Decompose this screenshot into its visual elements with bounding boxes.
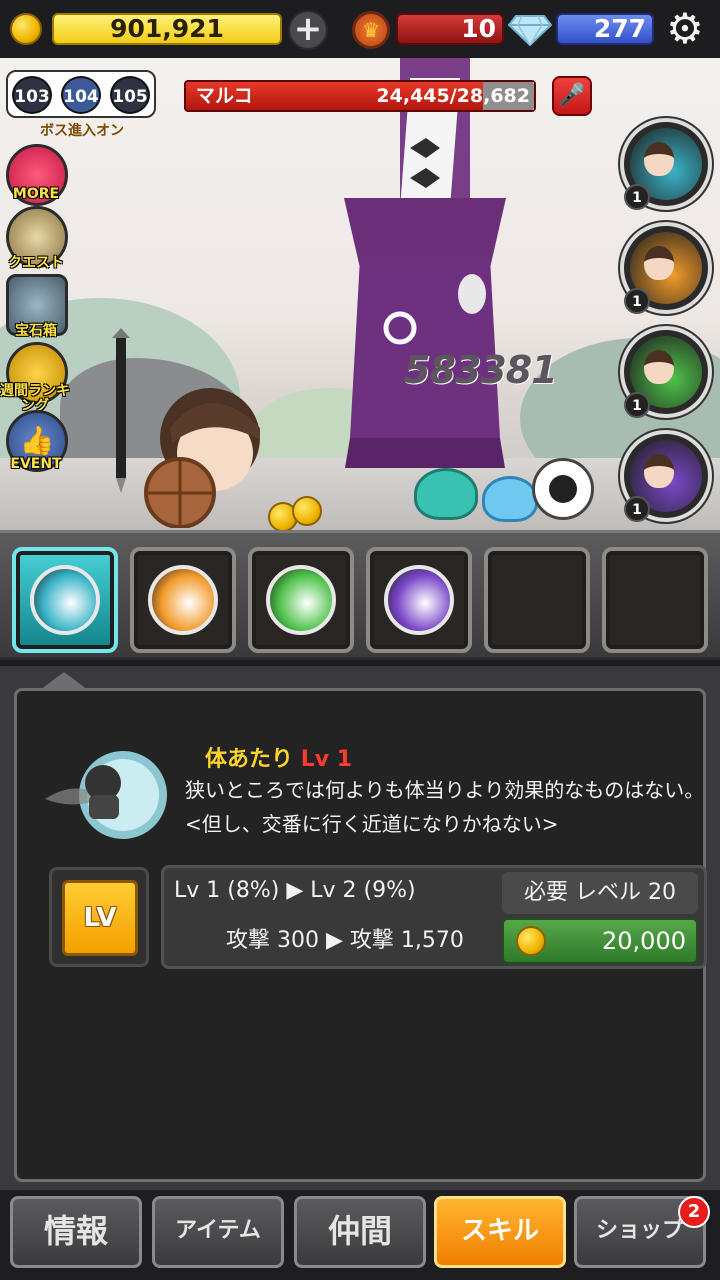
event-label[interactable]: EVENT xyxy=(0,456,72,472)
eyeball-monster xyxy=(532,458,594,520)
upgrade-info: Lv 1 (8%) ▶ Lv 2 (9%) 攻撃 300 ▶ 攻撃 1,570 … xyxy=(161,865,707,969)
boss-monster xyxy=(344,58,506,468)
hero-slot[interactable]: 1 xyxy=(620,326,712,418)
level-change: Lv 1 (8%) ▶ Lv 2 (9%) xyxy=(174,878,416,903)
gem-box-label[interactable]: 宝石箱 xyxy=(0,320,72,340)
boss-hp-text: 24,445/28,682 xyxy=(376,85,530,107)
crown-icon: ♛ xyxy=(352,11,390,49)
upgrade-cost-button[interactable]: 20,000 xyxy=(502,918,698,964)
companion-monster xyxy=(482,476,538,522)
skill-slot[interactable] xyxy=(130,547,236,653)
game-screen: 901,921 + ♛ 10 277 ⚙ 583381 103 104 105 … xyxy=(0,0,720,1280)
dropped-coin-icon[interactable] xyxy=(292,496,322,526)
gold-amount: 901,921 xyxy=(52,13,282,45)
tab-items[interactable]: アイテム xyxy=(152,1196,284,1268)
skill-description: 狭いところでは何よりも体当りより効果的なものはない。<但し、交番に行く近道になり… xyxy=(185,778,705,836)
stage-selector: 103 104 105 xyxy=(6,70,156,118)
plus-icon[interactable]: + xyxy=(288,10,328,50)
required-level: 必要 レベル 20 xyxy=(502,872,698,914)
damage-popup: 583381 xyxy=(404,348,558,392)
hero-level: 1 xyxy=(624,392,650,418)
bottom-tab-bar: 情報 アイテム 仲間 スキル ショップ xyxy=(0,1190,720,1280)
skill-detail-area: 体あたり Lv 1 狭いところでは何よりも体当りより効果的なものはない。<但し、… xyxy=(0,666,720,1190)
currency-bar: 901,921 + ♛ 10 277 ⚙ xyxy=(0,0,720,58)
hero-slot[interactable]: 1 xyxy=(620,430,712,522)
skill-slot-selected[interactable] xyxy=(12,547,118,653)
attack-change: 攻撃 300 ▶ 攻撃 1,570 xyxy=(226,928,464,953)
skill-icon xyxy=(45,751,167,839)
skill-slot-empty[interactable] xyxy=(484,547,590,653)
crown-count: 10 xyxy=(396,13,504,45)
gem-count: 277 xyxy=(556,13,654,45)
skill-slot-empty[interactable] xyxy=(602,547,708,653)
level-up-button[interactable]: LV xyxy=(62,880,138,956)
battle-scene: 583381 103 104 105 ボス進入オン マルコ 24,445/28,… xyxy=(0,58,720,530)
stage-current: 104 xyxy=(61,76,101,114)
quest-label[interactable]: クエスト xyxy=(0,252,72,272)
boss-hp-bar: マルコ 24,445/28,682 xyxy=(184,80,536,112)
upgrade-cost: 20,000 xyxy=(602,927,686,955)
more-label[interactable]: MORE xyxy=(0,186,72,202)
boss-name: マルコ xyxy=(196,85,253,107)
skill-level: Lv 1 xyxy=(300,747,353,772)
skill-orb xyxy=(384,565,454,635)
hero-level: 1 xyxy=(624,288,650,314)
tab-allies[interactable]: 仲間 xyxy=(294,1196,426,1268)
hero-slot[interactable]: 1 xyxy=(620,118,712,210)
player-character xyxy=(112,328,260,528)
tab-info[interactable]: 情報 xyxy=(10,1196,142,1268)
boss-toggle-label[interactable]: ボス進入オン xyxy=(8,120,156,140)
shop-notification-badge: 2 xyxy=(678,1196,710,1228)
microphone-icon[interactable]: 🎤 xyxy=(552,76,592,116)
stage-prev-button[interactable]: 103 xyxy=(12,76,52,114)
skill-orb xyxy=(30,565,100,635)
skill-slot[interactable] xyxy=(248,547,354,653)
diamond-icon xyxy=(508,15,552,46)
stage-next-button[interactable]: 105 xyxy=(110,76,150,114)
skill-slot-row xyxy=(0,530,720,660)
skill-detail-panel: 体あたり Lv 1 狭いところでは何よりも体当りより効果的なものはない。<但し、… xyxy=(14,688,707,1182)
skill-title: 体あたり Lv 1 xyxy=(205,741,352,773)
tab-skills[interactable]: スキル xyxy=(434,1196,566,1268)
gold-coin-icon xyxy=(516,926,546,956)
level-up-frame: LV xyxy=(49,867,149,967)
skill-slot[interactable] xyxy=(366,547,472,653)
skill-orb xyxy=(148,565,218,635)
hero-level: 1 xyxy=(624,184,650,210)
gear-icon[interactable]: ⚙ xyxy=(662,6,708,52)
gold-coin-icon xyxy=(10,13,42,45)
hero-level: 1 xyxy=(624,496,650,522)
hero-slot[interactable]: 1 xyxy=(620,222,712,314)
companion-monster xyxy=(414,468,478,520)
skill-orb xyxy=(266,565,336,635)
skill-name: 体あたり xyxy=(205,747,294,772)
